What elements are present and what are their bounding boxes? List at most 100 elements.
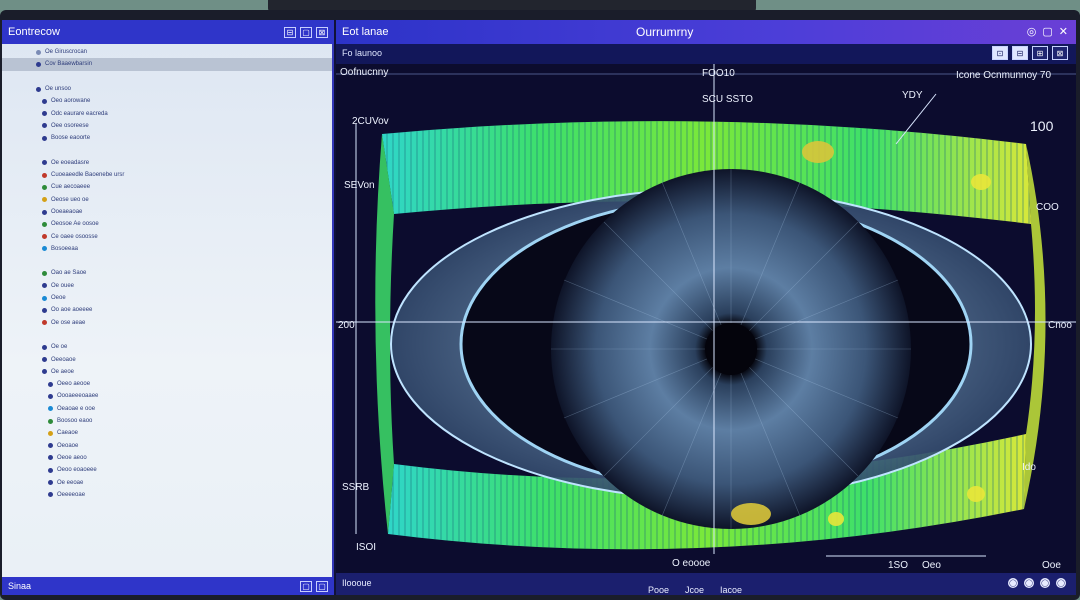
tree-item-label: Oe oe [51, 344, 68, 351]
tree-item-label: Oooaeeeoaaee [57, 393, 99, 400]
status-dot-icon [48, 418, 53, 424]
tree-item[interactable]: Oeose ueo oe [2, 194, 332, 206]
tree-item[interactable]: Ce oaee osoosse [2, 230, 332, 242]
tree-item[interactable]: Oe eoeadasre [2, 157, 332, 169]
target-icon[interactable]: ◎ [1027, 25, 1037, 38]
tree-item[interactable]: Oeoaoe [2, 440, 332, 452]
tree-item[interactable]: Oe ouee [2, 280, 332, 292]
tree-item-label: Oeoo eoaoeee [57, 467, 97, 474]
fit-view-icon[interactable]: ⊡ [992, 46, 1008, 60]
tree-item[interactable]: Boose eaoorte [2, 132, 332, 144]
tree-item[interactable]: Oe eeoae [2, 476, 332, 488]
status-label: Iloooue [342, 578, 372, 588]
tree-item[interactable]: Oee osoreese [2, 120, 332, 132]
status-dot-icon [42, 197, 47, 203]
tree-item-label: Oee osoreese [51, 122, 89, 129]
tree-item[interactable]: Oo aoe aoeeee [2, 304, 332, 316]
label-bottom-center: O eoooe [672, 558, 711, 569]
status-tab-1[interactable]: Pooe [648, 585, 669, 595]
record-icon[interactable]: ◯ [1024, 578, 1034, 588]
tree-item[interactable]: Oeosoe Ae oosoe [2, 218, 332, 230]
tree-item[interactable]: Oe oe [2, 341, 332, 353]
tree-item[interactable]: Oeo aorowane [2, 95, 332, 107]
tab-main[interactable]: Fo launoo [342, 48, 382, 58]
pupil [705, 323, 757, 375]
scan-viewport[interactable]: Oofnucnny FOO10 SCU SSTO Icone Ocnmunnoy… [336, 64, 1076, 573]
tree-item-label: Boosoo eaoo [57, 418, 93, 425]
collapse-icon[interactable]: ⊟ [284, 26, 296, 38]
status-dot-icon [42, 123, 47, 129]
status-dot-icon [42, 283, 47, 289]
tree-item[interactable]: Oeoo eoaoeee [2, 464, 332, 476]
tree-item[interactable]: Oeeoaoe [2, 353, 332, 365]
toolbar: Fo launoo ⊡ ⊟ ⊞ ⊠ [336, 44, 1076, 64]
tree-item-label: Oeo aorowane [51, 98, 91, 105]
tree-item[interactable]: Oeoe [2, 292, 332, 304]
window-title: Ourrumrny [636, 25, 694, 39]
tree-item[interactable]: Oao ae Saoe [2, 267, 332, 279]
label-left-top: 2CUVov [352, 116, 389, 127]
tree-item-label: Cuoeaeedle Baoenebe ursr [51, 172, 125, 179]
tree-item[interactable]: Caeaoe [2, 427, 332, 439]
tree-item[interactable]: Bosoeeaa [2, 243, 332, 255]
statusbar: Iloooue Pooe Jcoe Iacoe ◯ ◯ ◯ ◯ [336, 573, 1076, 595]
tree-item-label: Odc eaurare eacreda [51, 110, 108, 117]
file-tree: Oe Giruscrocan Cov Baaewbarsin Oe unsoo Oeo… [2, 46, 332, 501]
tree-item-label: Cue aecoaeee [51, 184, 91, 191]
footer-expand-icon[interactable]: ▢ [316, 580, 328, 592]
grid-icon[interactable]: ⊞ [1032, 46, 1048, 60]
tree-item[interactable]: Odc eaurare eacreda [2, 107, 332, 119]
tree-item[interactable]: Oooaeeeoaaee [2, 390, 332, 402]
sidebar-title: Eontrecow [8, 26, 60, 38]
status-dot-icon [42, 270, 47, 276]
close-panel-icon[interactable]: ⊠ [316, 26, 328, 38]
status-dot-icon [36, 49, 41, 55]
status-dot-icon [48, 443, 53, 449]
info-icon[interactable]: ◯ [1056, 578, 1066, 588]
status-dot-icon [48, 480, 53, 486]
tree-item[interactable]: Cov Baaewbarsin [2, 58, 332, 71]
tree-item[interactable]: Oe unsoo [2, 83, 332, 95]
tree-item[interactable]: Oe Giruscrocan [2, 46, 332, 58]
sync-icon[interactable]: ◯ [1008, 578, 1018, 588]
status-dot-icon [42, 246, 47, 252]
status-dot-icon [42, 160, 47, 166]
tree-item[interactable]: Boosoo eaoo [2, 415, 332, 427]
view-title: Oofnucnny [340, 67, 389, 78]
tree-item-label: Caeaoe [57, 430, 79, 437]
tree-item[interactable]: Cuoeaeedle Baoenebe ursr [2, 169, 332, 181]
tree-item[interactable]: Oeeo aeooe [2, 378, 332, 390]
status-dot-icon [48, 393, 53, 399]
scale-top: 100 [1030, 118, 1054, 134]
label-top-right-mark: YDY [902, 90, 923, 101]
layout-icon[interactable]: ⊟ [1012, 46, 1028, 60]
tree-item-label: Oeoe aeoo [57, 454, 87, 461]
footer-panel-icon[interactable]: ▢ [300, 580, 312, 592]
label-top-center: FOO10 [702, 68, 735, 79]
restore-icon[interactable]: ▢ [300, 26, 312, 38]
tree-item[interactable]: Oeaoae e ooe [2, 403, 332, 415]
titlebar: Eot lanae Ourrumrny ◎ ▢ ✕ [336, 20, 1076, 44]
tree-item-label: Oeose ueo oe [51, 196, 89, 203]
tree-item-label: Bosoeeaa [51, 245, 79, 252]
tree-item-label: Oeeeeoae [57, 491, 86, 498]
tree-item[interactable]: Oe aeoe [2, 366, 332, 378]
close-icon[interactable]: ✕ [1059, 25, 1068, 38]
label-right-center: Cnoo [1048, 320, 1072, 331]
tree-item[interactable]: Ooeaeaoae [2, 206, 332, 218]
tree-item [2, 71, 332, 83]
maximize-icon[interactable]: ▢ [1042, 25, 1052, 38]
tree-item[interactable]: Cue aecoaeee [2, 181, 332, 193]
tree-item-label: Oe ouee [51, 282, 75, 289]
settings-icon[interactable]: ◯ [1040, 578, 1050, 588]
sidebar-footer-label: Sinaa [8, 581, 32, 591]
tree-item-label: Oeosoe Ae oosoe [51, 221, 99, 228]
tree-item[interactable]: Oeoe aeoo [2, 452, 332, 464]
status-tab-3[interactable]: Iacoe [720, 585, 742, 595]
label-right-title: Icone Ocnmunnoy 70 [956, 70, 1052, 81]
bottom-scale-b: Oeo [922, 560, 941, 571]
export-icon[interactable]: ⊠ [1052, 46, 1068, 60]
tree-item[interactable]: Oeeeeoae [2, 489, 332, 501]
status-tab-2[interactable]: Jcoe [685, 585, 704, 595]
tree-item[interactable]: Oe ose aeae [2, 317, 332, 329]
